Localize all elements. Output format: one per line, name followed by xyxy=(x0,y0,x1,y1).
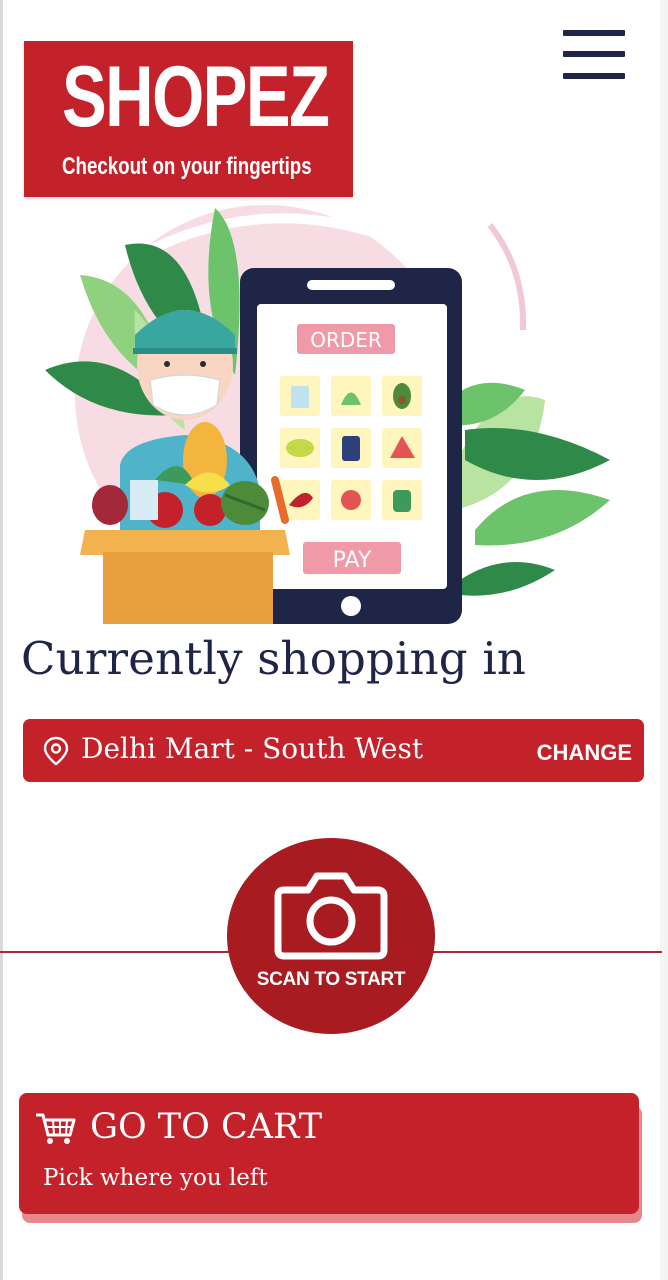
menu-bar xyxy=(563,73,625,79)
product-grid xyxy=(280,376,422,520)
frame-edge xyxy=(0,0,3,1280)
location-pin-icon xyxy=(43,736,69,766)
pay-badge-label: PAY xyxy=(333,548,372,573)
cart-subtitle: Pick where you left xyxy=(43,1165,268,1191)
phone-home-button xyxy=(341,596,361,616)
camera-icon xyxy=(274,872,388,960)
face-mask xyxy=(149,374,221,416)
hero-illustration: ORDER PAY xyxy=(45,205,610,624)
cart-title: GO TO CART xyxy=(90,1107,323,1147)
menu-bar xyxy=(563,51,625,57)
shopping-cart-icon xyxy=(36,1113,76,1144)
store-name: Delhi Mart - South West xyxy=(81,732,424,765)
brand-logo: SHOPEZ Checkout on your fingertips xyxy=(24,41,353,197)
circle-accent xyxy=(487,223,527,331)
hamburger-menu-icon[interactable] xyxy=(560,28,628,84)
grocery-box-lid xyxy=(80,530,290,555)
menu-bar xyxy=(563,30,625,36)
scan-to-start-button[interactable]: SCAN TO START xyxy=(227,838,435,1034)
brand-name: SHOPEZ xyxy=(62,49,330,145)
frame-edge xyxy=(660,0,668,1280)
scan-label: SCAN TO START xyxy=(256,969,406,990)
change-store-button[interactable]: CHANGE xyxy=(537,740,632,766)
section-heading: Currently shopping in xyxy=(21,632,527,685)
leaf xyxy=(475,490,610,546)
brand-tagline: Checkout on your fingertips xyxy=(62,153,312,180)
store-selector: Delhi Mart - South West CHANGE xyxy=(23,719,644,782)
go-to-cart-button[interactable]: GO TO CART Pick where you left xyxy=(19,1093,639,1214)
leaf xyxy=(460,562,555,596)
phone-speaker xyxy=(307,280,395,290)
grocery-box xyxy=(103,552,273,624)
order-badge-label: ORDER xyxy=(310,328,382,352)
